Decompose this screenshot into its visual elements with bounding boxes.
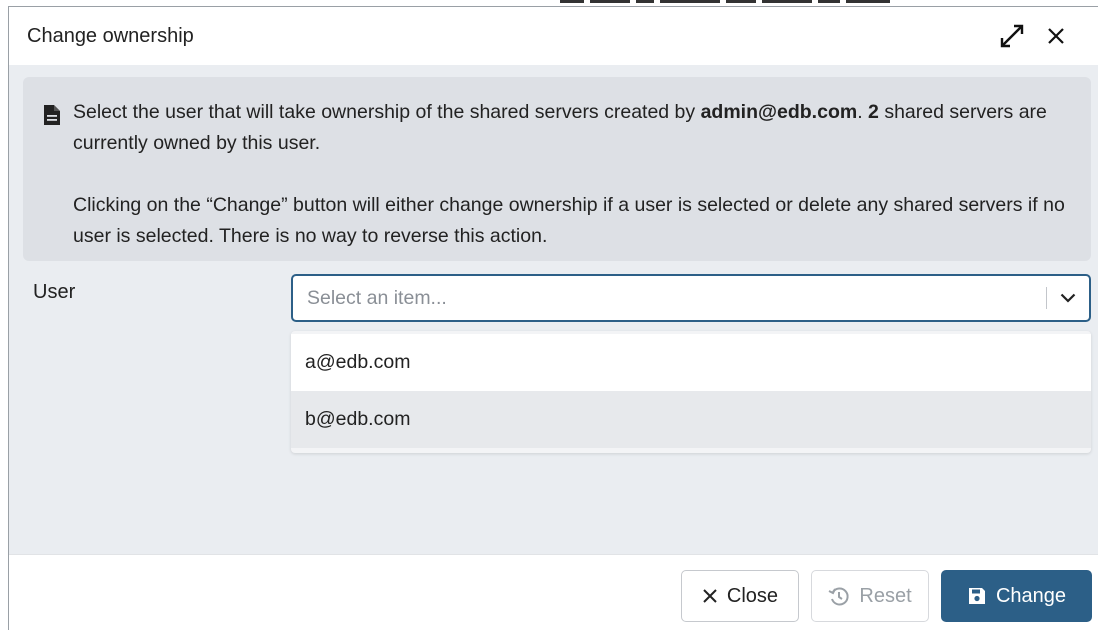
- user-select-placeholder: Select an item...: [307, 286, 447, 309]
- save-icon: [968, 588, 985, 604]
- owner-email: admin@edb.com: [700, 101, 858, 123]
- dialog-body: Select the user that will take ownership…: [9, 65, 1098, 554]
- server-count: 2: [868, 101, 879, 123]
- notice-paragraph-1: Select the user that will take ownership…: [73, 101, 1047, 154]
- reset-button[interactable]: Reset: [811, 570, 929, 622]
- reset-button-label: Reset: [859, 584, 912, 607]
- notice-paragraph-2: Clicking on the “Change” button will eit…: [73, 194, 1065, 247]
- user-option-b[interactable]: b@edb.com: [291, 391, 1091, 448]
- close-icon[interactable]: [1040, 20, 1072, 52]
- dialog-footer: Close Reset Change: [9, 554, 1098, 631]
- close-button[interactable]: Close: [681, 570, 799, 622]
- change-button[interactable]: Change: [941, 570, 1092, 622]
- change-button-label: Change: [995, 584, 1067, 607]
- user-options-menu: a@edb.com b@edb.com: [291, 331, 1091, 453]
- dialog-titlebar[interactable]: Change ownership: [9, 7, 1098, 65]
- change-ownership-dialog: Change ownership Select the user that wi…: [8, 6, 1098, 631]
- document-icon: [43, 104, 61, 136]
- user-select[interactable]: Select an item...: [291, 274, 1091, 322]
- dialog-title: Change ownership: [27, 24, 194, 47]
- close-button-label: Close: [726, 584, 779, 607]
- reset-icon: [828, 587, 849, 606]
- chevron-down-icon[interactable]: [1047, 293, 1089, 303]
- user-field-label: User: [33, 281, 76, 303]
- user-option-a[interactable]: a@edb.com: [291, 334, 1091, 391]
- close-icon: [703, 589, 717, 603]
- info-notice: Select the user that will take ownership…: [23, 77, 1091, 261]
- maximize-icon[interactable]: [996, 20, 1028, 52]
